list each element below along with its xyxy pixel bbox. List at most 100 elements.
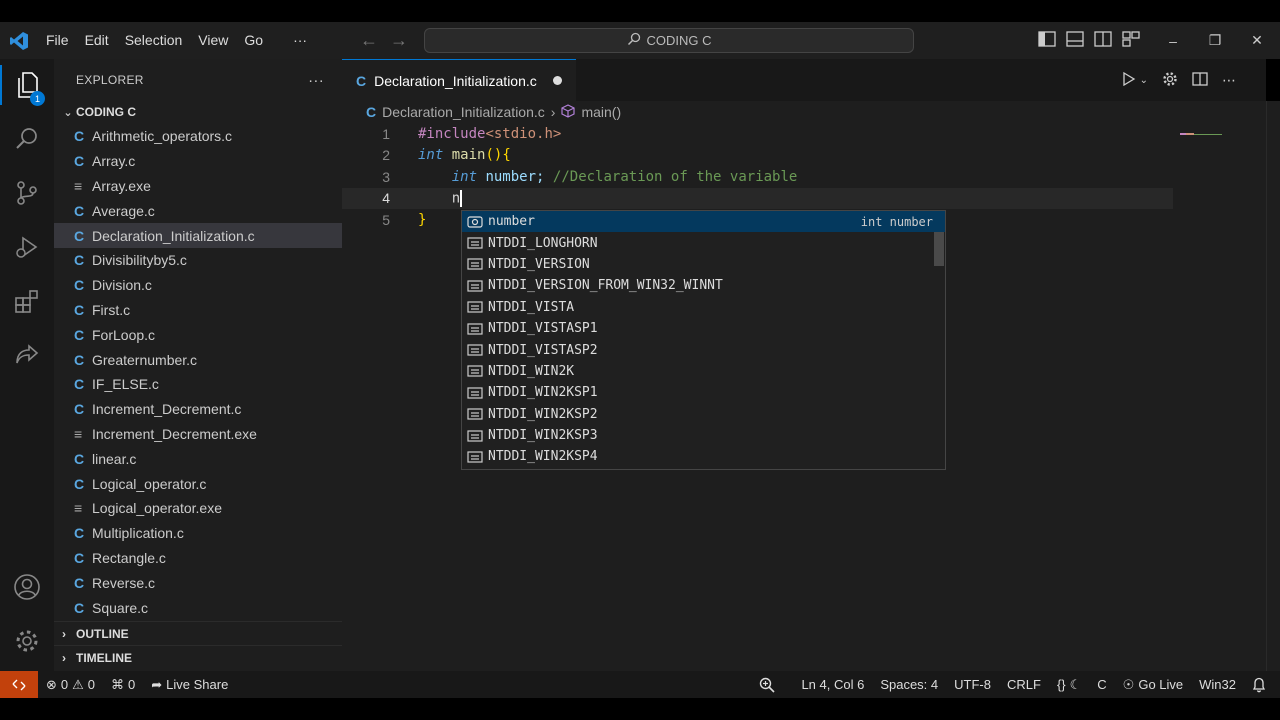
menu-go[interactable]: Go: [236, 22, 271, 59]
settings-gear-icon[interactable]: [1162, 71, 1178, 90]
toggle-secondary-sidebar-icon[interactable]: [1094, 31, 1112, 50]
file-item[interactable]: C Division.c: [54, 273, 342, 298]
suggestion-item[interactable]: number int number: [462, 211, 945, 233]
suggestion-item[interactable]: NTDDI_WIN2KSP3: [462, 425, 945, 446]
file-item[interactable]: C Square.c: [54, 595, 342, 620]
explorer-more-actions[interactable]: ···: [308, 72, 324, 89]
split-editor-icon[interactable]: [1192, 71, 1208, 89]
suggestion-label: NTDDI_WIN2KSP3: [488, 428, 598, 444]
problems-indicator[interactable]: ⊗ 0 ⚠ 0: [38, 677, 103, 693]
language-status[interactable]: {} ☾: [1049, 677, 1089, 693]
manage-gear-icon[interactable]: [0, 621, 54, 661]
letterbox-bottom: [0, 698, 1280, 720]
c-file-icon: C: [366, 104, 377, 120]
customize-layout-icon[interactable]: [1122, 31, 1140, 50]
suggestion-item[interactable]: NTDDI_WIN2KSP4: [462, 446, 945, 467]
zoom-icon[interactable]: [751, 677, 783, 693]
search-view-icon[interactable]: [0, 119, 54, 159]
menu-view[interactable]: View: [190, 22, 236, 59]
timeline-section[interactable]: › TIMELINE: [54, 645, 342, 669]
extensions-icon[interactable]: [0, 281, 54, 321]
run-dropdown-chevron-icon[interactable]: ⌄: [1140, 75, 1148, 86]
remote-explorer-icon[interactable]: [0, 335, 54, 375]
file-item[interactable]: Clinear.c: [54, 446, 342, 471]
go-live-button[interactable]: ☉ Go Live: [1115, 677, 1191, 693]
suggestion-item[interactable]: NTDDI_VISTA: [462, 297, 945, 318]
toggle-panel-icon[interactable]: [1066, 31, 1084, 50]
file-item[interactable]: C Rectangle.c: [54, 546, 342, 571]
editor-tabs: C Declaration_Initialization.c ⌄ ⋯: [342, 59, 1266, 101]
run-file-icon[interactable]: [1122, 71, 1136, 89]
file-item[interactable]: ≡ Logical_operator.exe: [54, 496, 342, 521]
cursor-position[interactable]: Ln 4, Col 6: [793, 677, 872, 692]
notifications-bell-icon[interactable]: [1244, 677, 1280, 693]
command-center-search[interactable]: CODING C: [424, 28, 914, 53]
more-actions-icon[interactable]: ⋯: [1222, 72, 1236, 89]
code-line-content: n: [451, 189, 463, 207]
file-name: Multiplication.c: [92, 525, 184, 542]
language-mode[interactable]: C: [1089, 677, 1114, 692]
file-item[interactable]: C Greaternumber.c: [54, 347, 342, 372]
breadcrumb-file[interactable]: Declaration_Initialization.c: [382, 104, 545, 120]
indentation[interactable]: Spaces: 4: [872, 677, 946, 692]
source-control-icon[interactable]: [0, 173, 54, 213]
menu-file[interactable]: File: [38, 22, 77, 59]
ports-indicator[interactable]: ⌘ 0: [103, 677, 143, 693]
c-file-icon: C: [74, 525, 85, 542]
suggestion-item[interactable]: NTDDI_VISTASP1: [462, 318, 945, 339]
file-item[interactable]: C ForLoop.c: [54, 322, 342, 347]
breadcrumb: C Declaration_Initialization.c › main(): [342, 101, 1266, 123]
tab-declaration-initialization[interactable]: C Declaration_Initialization.c: [342, 59, 576, 101]
file-item[interactable]: C Reverse.c: [54, 570, 342, 595]
file-item[interactable]: C Multiplication.c: [54, 521, 342, 546]
menu-selection[interactable]: Selection: [117, 22, 191, 59]
suggestion-item[interactable]: NTDDI_VISTASP2: [462, 339, 945, 360]
file-item[interactable]: C Arithmetic_operators.c: [54, 124, 342, 149]
constant-icon: [466, 236, 484, 250]
text-cursor: [460, 189, 463, 207]
menu-edit[interactable]: Edit: [77, 22, 117, 59]
suggestion-item[interactable]: NTDDI_WIN2KSP2: [462, 404, 945, 425]
run-debug-icon[interactable]: [0, 227, 54, 267]
file-item[interactable]: ≡ Increment_Decrement.exe: [54, 422, 342, 447]
file-item[interactable]: C IF_ELSE.c: [54, 372, 342, 397]
file-item[interactable]: C Divisibilityby5.c: [54, 248, 342, 273]
file-item[interactable]: C Array.c: [54, 149, 342, 174]
moon-icon: ☾: [1069, 676, 1082, 692]
breadcrumb-symbol[interactable]: main(): [581, 104, 621, 120]
accounts-icon[interactable]: [0, 567, 54, 607]
live-share-button[interactable]: ➦ Live Share: [143, 677, 236, 693]
folder-header[interactable]: ⌄ CODING C: [54, 101, 342, 123]
end-of-line[interactable]: CRLF: [999, 677, 1049, 692]
variable-icon: [466, 215, 484, 229]
tab-label: Declaration_Initialization.c: [374, 72, 537, 89]
menu-more[interactable]: ···: [285, 22, 315, 59]
suggestion-item[interactable]: NTDDI_WIN2KSP1: [462, 382, 945, 403]
minimize-icon[interactable]: –: [1152, 33, 1194, 49]
file-item[interactable]: C Declaration_Initialization.c: [54, 223, 342, 248]
restore-icon[interactable]: ❐: [1194, 32, 1236, 49]
file-item[interactable]: C First.c: [54, 298, 342, 323]
toggle-primary-sidebar-icon[interactable]: [1038, 31, 1056, 50]
scrollbar-thumb[interactable]: [1269, 119, 1279, 695]
unsaved-dot-icon[interactable]: [552, 76, 562, 85]
antenna-icon: ⌘: [111, 676, 125, 692]
minimap[interactable]: [1180, 125, 1225, 135]
suggestion-item[interactable]: NTDDI_VERSION_FROM_WIN32_WINNT: [462, 275, 945, 296]
back-arrow-icon[interactable]: ←: [360, 30, 378, 51]
suggestion-item[interactable]: NTDDI_LONGHORN: [462, 232, 945, 253]
encoding[interactable]: UTF-8: [946, 677, 999, 692]
close-icon[interactable]: ✕: [1236, 32, 1278, 49]
forward-arrow-icon[interactable]: →: [390, 30, 408, 51]
editor-vertical-scrollbar[interactable]: [1266, 101, 1280, 671]
outline-section[interactable]: › OUTLINE: [54, 621, 342, 645]
remote-indicator-icon[interactable]: [0, 671, 38, 698]
suggestion-item[interactable]: NTDDI_VERSION: [462, 254, 945, 275]
file-item[interactable]: C Average.c: [54, 198, 342, 223]
file-item[interactable]: ≡ Array.exe: [54, 174, 342, 199]
file-item[interactable]: C Increment_Decrement.c: [54, 397, 342, 422]
suggestion-item[interactable]: NTDDI_WIN2K: [462, 361, 945, 382]
explorer-icon[interactable]: 1: [0, 65, 54, 106]
file-item[interactable]: C Logical_operator.c: [54, 471, 342, 496]
platform-config[interactable]: Win32: [1191, 677, 1244, 692]
